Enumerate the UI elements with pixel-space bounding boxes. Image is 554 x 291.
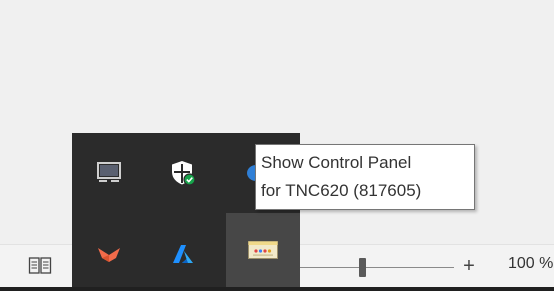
windows-security-shield-icon: [172, 161, 196, 186]
azure-a-icon: [173, 245, 193, 263]
tooltip-line-2: for TNC620 (817605): [261, 181, 422, 200]
tray-item-windows-security[interactable]: [146, 145, 220, 201]
zoom-in-button[interactable]: +: [458, 252, 480, 280]
monitor-icon: [97, 162, 121, 182]
taskbar-edge: [0, 287, 554, 291]
tooltip: Show Control Panel for TNC620 (817605): [255, 144, 475, 210]
read-mode-icon[interactable]: [28, 256, 52, 276]
tray-item-azure[interactable]: [146, 226, 220, 282]
zoom-slider-track[interactable]: [296, 267, 454, 268]
tray-item-monitor[interactable]: [72, 145, 146, 201]
tray-item-orange-app[interactable]: [72, 226, 146, 282]
tray-item-control-panel[interactable]: [226, 213, 300, 287]
zoom-level[interactable]: 100 %: [508, 255, 553, 273]
zoom-slider-thumb[interactable]: [359, 258, 366, 277]
control-panel-icon: [248, 241, 278, 259]
tooltip-line-1: Show Control Panel: [261, 153, 412, 172]
orange-bird-app-icon: [98, 248, 120, 262]
